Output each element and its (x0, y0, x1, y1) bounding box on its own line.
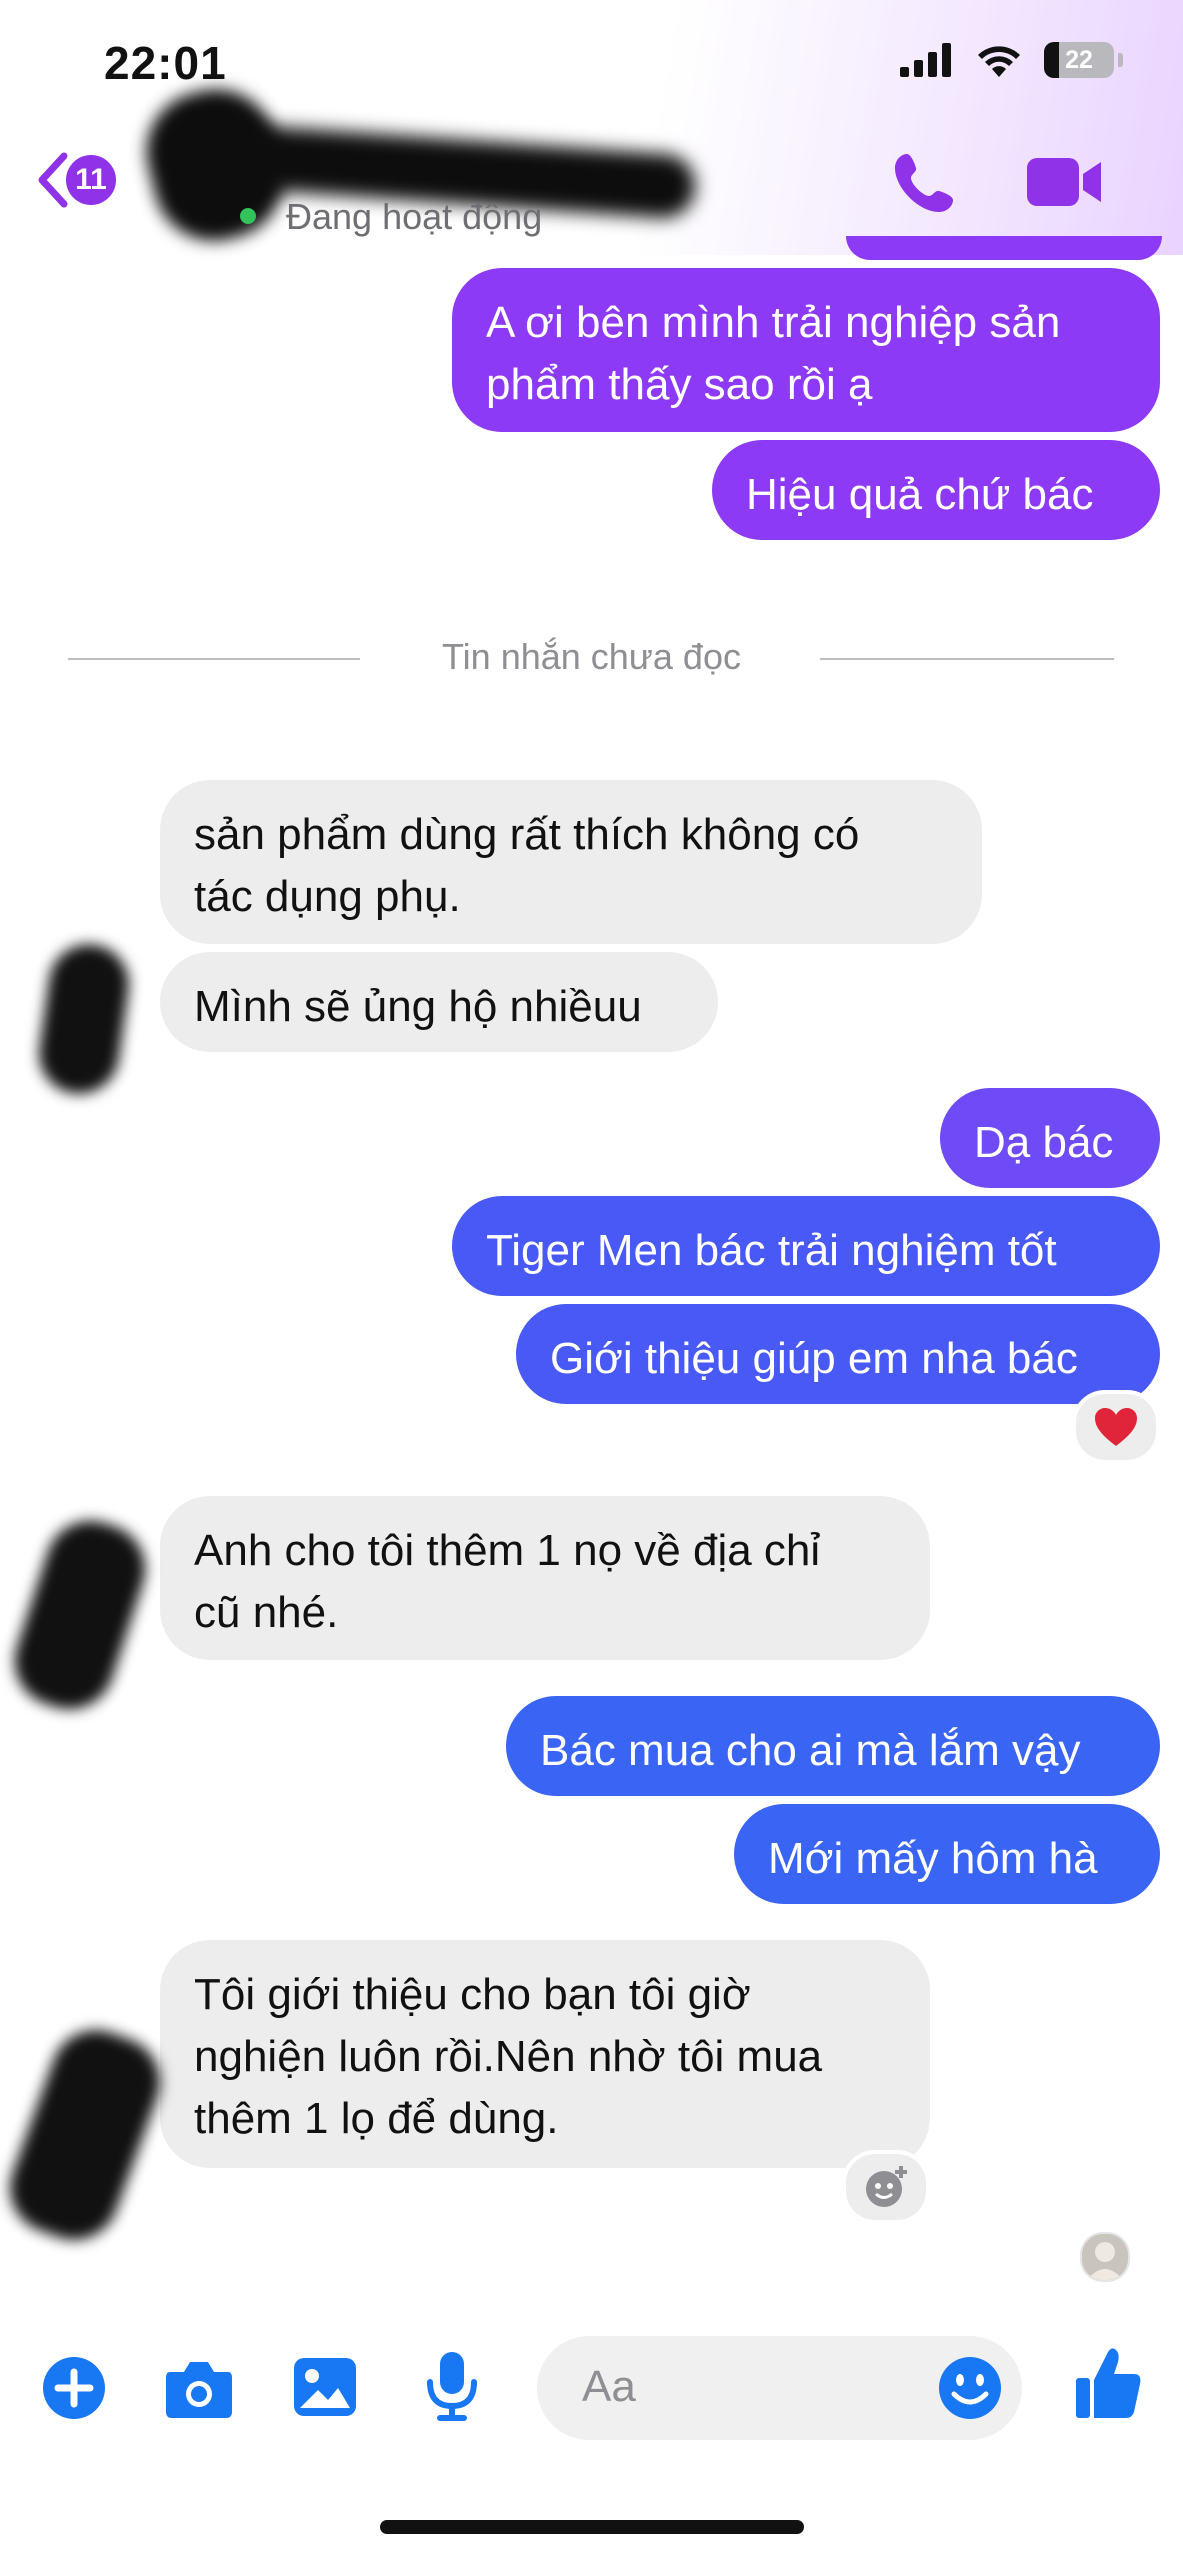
battery-icon: 22 (1044, 42, 1114, 78)
plus-icon[interactable] (42, 2356, 106, 2420)
unread-divider-label: Tin nhắn chưa đọc (442, 636, 741, 677)
video-camera-icon[interactable] (1027, 154, 1103, 210)
add-reaction-icon (866, 2166, 907, 2207)
camera-icon[interactable] (164, 2354, 234, 2420)
heart-icon (1095, 1408, 1137, 1446)
thumbs-up-icon[interactable] (1074, 2346, 1142, 2422)
message-outgoing[interactable]: Giới thiệu giúp em nha bác (516, 1304, 1160, 1404)
status-time: 22:01 (104, 37, 227, 89)
add-reaction-button[interactable] (842, 2150, 930, 2224)
sender-avatar-redacted[interactable] (33, 939, 135, 1099)
message-outgoing[interactable]: A ơi bên mình trải nghiệp sản phẩm thấy … (452, 268, 1160, 432)
message-outgoing[interactable]: Bác mua cho ai mà lắm vậy (506, 1696, 1160, 1796)
unread-count-badge: 11 (66, 155, 116, 205)
message-outgoing[interactable]: Dạ bác (940, 1088, 1160, 1188)
message-input-placeholder: Aa (582, 2362, 636, 2411)
partial-message-bubble (846, 236, 1162, 260)
presence-indicator (240, 208, 256, 224)
chevron-left-icon (38, 152, 68, 208)
signal-icon (900, 43, 951, 77)
divider-line-right (820, 658, 1114, 660)
seen-receipt-avatar (1080, 2232, 1130, 2282)
home-indicator (380, 2520, 804, 2534)
sender-avatar-redacted[interactable] (0, 2017, 173, 2253)
status-icons: 22 (900, 42, 1123, 78)
phone-icon[interactable] (893, 150, 957, 214)
sender-avatar-redacted[interactable] (3, 1509, 157, 1721)
heart-reaction[interactable] (1072, 1390, 1160, 1464)
message-incoming[interactable]: Anh cho tôi thêm 1 nọ về địa chỉ cũ nhé. (160, 1496, 930, 1660)
message-outgoing[interactable]: Hiệu quả chứ bác (712, 440, 1160, 540)
header-actions (893, 150, 1103, 214)
user-avatar-icon (1087, 2242, 1123, 2280)
message-outgoing[interactable]: Tiger Men bác trải nghiệm tốt (452, 1196, 1160, 1296)
message-incoming[interactable]: Mình sẽ ủng hộ nhiềuu (160, 952, 718, 1052)
back-button[interactable]: 11 (34, 150, 116, 210)
battery-tip (1118, 53, 1123, 67)
battery-level: 22 (1065, 45, 1093, 74)
microphone-icon[interactable] (424, 2350, 480, 2422)
active-status: Đang hoạt động (286, 196, 543, 237)
message-incoming[interactable]: sản phẩm dùng rất thích không có tác dụn… (160, 780, 982, 944)
emoji-icon[interactable] (938, 2356, 1002, 2420)
message-outgoing[interactable]: Mới mấy hôm hà (734, 1804, 1160, 1904)
message-incoming[interactable]: Tôi giới thiệu cho bạn tôi giờ nghiện lu… (160, 1940, 930, 2168)
image-icon[interactable] (292, 2354, 358, 2420)
wifi-icon (978, 46, 1020, 77)
